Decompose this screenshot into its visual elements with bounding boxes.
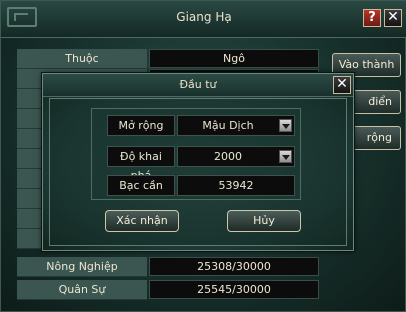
close-window-button[interactable]: ✕ <box>384 9 402 27</box>
help-button[interactable]: ? <box>363 9 381 27</box>
select-value: Mậu Dịch <box>202 119 254 132</box>
dialog-titlebar: Đầu tư ✕ <box>43 74 353 97</box>
field-label: Bạc cần <box>107 175 175 196</box>
invest-dialog: Đầu tư ✕ Mở rộng Mậu Dịch Độ khai phá 20… <box>42 73 354 251</box>
select-value: 2000 <box>214 150 242 163</box>
cancel-button[interactable]: Hủy <box>227 210 301 232</box>
window-title: Giang Hạ <box>176 10 232 24</box>
close-dialog-button[interactable]: ✕ <box>333 76 351 94</box>
chevron-down-icon[interactable] <box>279 119 292 132</box>
info-row-value: Ngô <box>149 49 319 68</box>
chevron-down-icon[interactable] <box>279 150 292 163</box>
silver-cost-value: 53942 <box>177 175 295 196</box>
info-row-value: 25545/30000 <box>149 280 319 299</box>
info-row-label: Quân Sự <box>17 280 147 300</box>
game-scene: Giang Hạ ? ✕ Thuộc Ngô Nông Nghiệp 25308… <box>0 0 406 312</box>
expand-type-select[interactable]: Mậu Dịch <box>177 115 295 136</box>
info-row-military: Quân Sự 25545/30000 <box>17 280 319 300</box>
form-row-silver-cost: Bạc cần 53942 <box>107 175 295 196</box>
info-row-value: 25308/30000 <box>149 257 319 276</box>
info-row-label: Thuộc <box>17 49 147 69</box>
form-row-expand-type: Mở rộng Mậu Dịch <box>107 115 295 136</box>
window-titlebar: Giang Hạ ? ✕ <box>1 1 406 38</box>
field-label: Độ khai phá <box>107 146 175 182</box>
field-label: Mở rộng <box>107 115 175 136</box>
dialog-title: Đầu tư <box>179 78 217 91</box>
info-row-agriculture: Nông Nghiệp 25308/30000 <box>17 257 319 277</box>
form-row-development: Độ khai phá 2000 <box>107 146 295 182</box>
info-row-label: Nông Nghiệp <box>17 257 147 277</box>
development-amount-select[interactable]: 2000 <box>177 146 295 167</box>
confirm-button[interactable]: Xác nhận <box>105 210 179 232</box>
info-row: Thuộc Ngô <box>17 49 319 69</box>
